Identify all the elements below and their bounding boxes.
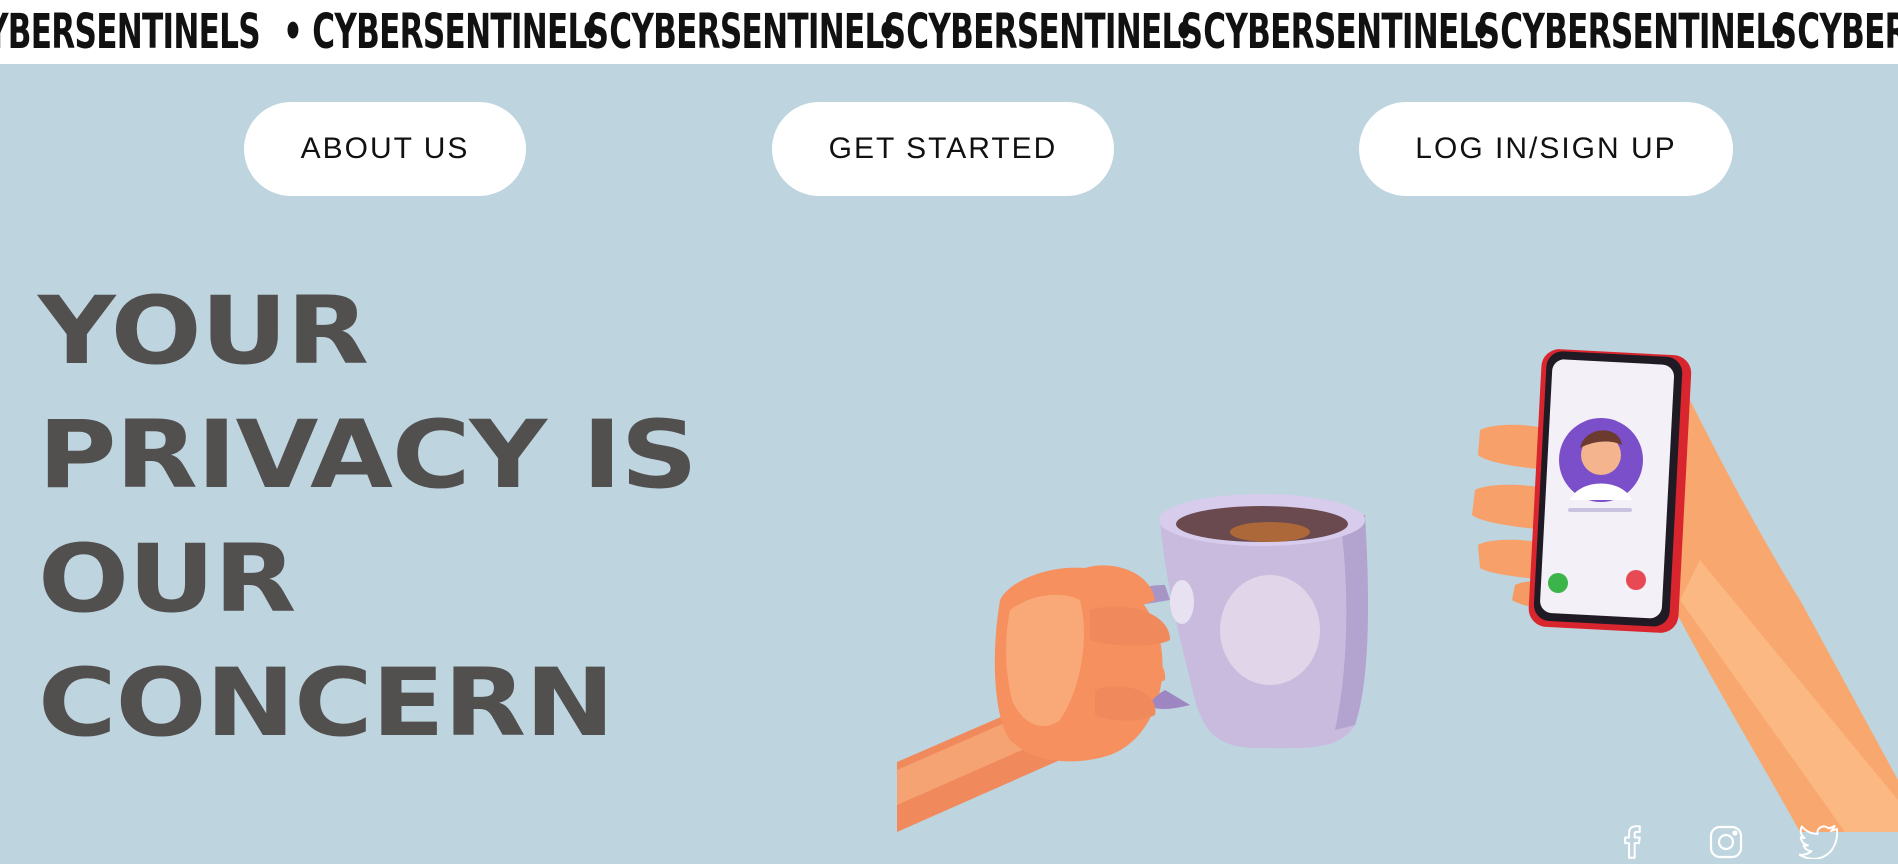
facebook-icon[interactable] [1611, 820, 1655, 864]
hand-with-phone-illustration [1472, 349, 1898, 832]
hand-with-mug-illustration [897, 494, 1368, 832]
twitter-icon[interactable] [1797, 820, 1841, 864]
instagram-icon[interactable] [1704, 820, 1748, 864]
hero-illustration [897, 349, 1898, 832]
